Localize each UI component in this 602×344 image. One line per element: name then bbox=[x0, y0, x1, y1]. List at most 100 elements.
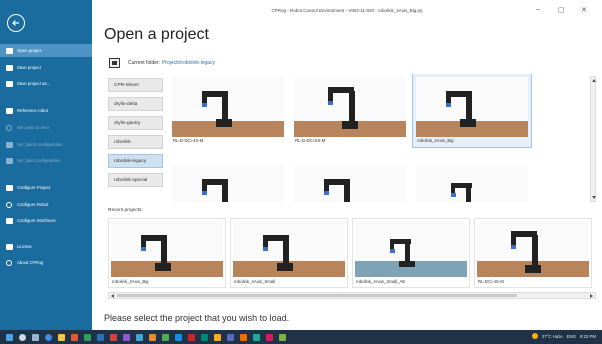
recent-project-card[interactable]: robolink_4Axis_Big bbox=[108, 218, 226, 288]
project-card[interactable]: RL-D-DCi-5S-M bbox=[291, 74, 409, 147]
gripper-icon bbox=[324, 191, 329, 195]
app-icon[interactable] bbox=[71, 333, 78, 341]
project-thumbnail bbox=[416, 165, 528, 202]
gripper-icon bbox=[390, 249, 395, 253]
project-thumbnail bbox=[172, 165, 284, 202]
sidebar-item-set-jjoints-configuration[interactable]: Set Jjoints configuration bbox=[0, 138, 92, 151]
gripper-icon bbox=[511, 245, 516, 249]
robot-arm-segment bbox=[206, 91, 228, 97]
current-folder-path[interactable]: Projects\robolink-legacy bbox=[162, 60, 215, 66]
sidebar-item-license[interactable]: License bbox=[0, 240, 92, 253]
sidebar-item-set-joints-to-zero[interactable]: Set joints to zero bbox=[0, 121, 92, 134]
close-button[interactable]: ✕ bbox=[581, 6, 587, 14]
sidebar-item-reference-robot[interactable]: Reference robot bbox=[0, 104, 92, 117]
robot-arm-segment bbox=[525, 265, 541, 273]
app-icon[interactable] bbox=[266, 333, 273, 341]
minimize-button[interactable]: – bbox=[536, 6, 540, 13]
start-icon[interactable] bbox=[6, 333, 13, 341]
project-thumbnail bbox=[477, 221, 589, 277]
sidebar-item-set-jjoint-configuration[interactable]: Set Jjoint configuration bbox=[0, 154, 92, 167]
project-card[interactable] bbox=[169, 162, 287, 202]
current-folder-label: Current folder: bbox=[128, 60, 160, 66]
horizontal-scrollbar[interactable] bbox=[108, 292, 596, 299]
gripper-icon bbox=[328, 101, 333, 105]
app-icon[interactable] bbox=[110, 333, 117, 341]
scroll-left-icon[interactable] bbox=[111, 294, 114, 298]
joint-config-icon bbox=[5, 157, 13, 164]
reference-icon bbox=[5, 107, 13, 114]
category-drylin-gantry[interactable]: drylin-gantry bbox=[108, 116, 163, 130]
project-card[interactable]: RL-D-DCi-4S-M bbox=[169, 74, 287, 147]
license-icon bbox=[5, 243, 13, 250]
category-list: CPR-Mover drylin-delta drylin-gantry roboli… bbox=[108, 78, 163, 192]
vertical-scrollbar[interactable] bbox=[590, 76, 596, 202]
app-icon[interactable] bbox=[188, 333, 195, 341]
robot-arm-segment bbox=[342, 121, 358, 129]
weather-text[interactable]: 27°C Haze bbox=[542, 334, 563, 339]
sidebar-item-about-cprog[interactable]: About CPRog bbox=[0, 256, 92, 269]
robot-arm-segment bbox=[324, 179, 329, 191]
scroll-right-icon[interactable] bbox=[590, 294, 593, 298]
app-icon[interactable] bbox=[136, 333, 143, 341]
app-icon[interactable] bbox=[214, 333, 221, 341]
category-robolink-special[interactable]: robolink-special bbox=[108, 173, 163, 187]
task-view-icon[interactable] bbox=[32, 333, 39, 341]
app-icon[interactable] bbox=[279, 333, 286, 341]
explorer-icon[interactable] bbox=[58, 333, 65, 341]
robot-arm-segment bbox=[332, 87, 354, 93]
app-icon[interactable] bbox=[175, 333, 182, 341]
sidebar-item-label: About CPRog bbox=[17, 260, 44, 265]
category-robolink-legacy[interactable]: robolink-legacy bbox=[108, 154, 163, 168]
sidebar-item-label: License bbox=[17, 244, 32, 249]
sidebar: Open project Save project Save project as.… bbox=[0, 0, 92, 330]
recent-project-name: RL-DCi-4S-M bbox=[478, 279, 504, 284]
maximize-button[interactable]: ▢ bbox=[558, 6, 565, 14]
sidebar-item-save-project-as[interactable]: Save project as... bbox=[0, 77, 92, 90]
recent-project-card[interactable]: robolink_4Axis_Small bbox=[230, 218, 348, 288]
back-button[interactable] bbox=[7, 14, 25, 32]
taskbar: 27°C Haze ENG 9:23 PM bbox=[0, 330, 602, 344]
project-thumbnail bbox=[111, 221, 223, 277]
sidebar-item-configure-robot[interactable]: Configure Robot bbox=[0, 198, 92, 211]
app-window: Open project Save project Save project as.… bbox=[0, 0, 602, 344]
system-tray: 27°C Haze ENG 9:23 PM bbox=[531, 333, 596, 339]
sidebar-item-save-project[interactable]: Save project bbox=[0, 61, 92, 74]
category-drylin-delta[interactable]: drylin-delta bbox=[108, 97, 163, 111]
project-thumbnail bbox=[294, 77, 406, 137]
app-icon[interactable] bbox=[162, 333, 169, 341]
project-card[interactable] bbox=[291, 162, 409, 202]
project-card[interactable] bbox=[413, 162, 531, 202]
sidebar-item-configure-interfaces[interactable]: Configure Interfaces bbox=[0, 214, 92, 227]
robot-arm-segment bbox=[277, 263, 293, 271]
sidebar-item-configure-project[interactable]: Configure Project bbox=[0, 181, 92, 194]
app-icon[interactable] bbox=[84, 333, 91, 341]
sidebar-item-open-project[interactable]: Open project bbox=[0, 44, 92, 57]
app-icon[interactable] bbox=[201, 333, 208, 341]
search-icon[interactable] bbox=[19, 333, 26, 341]
edge-icon[interactable] bbox=[45, 333, 52, 341]
app-icon[interactable] bbox=[240, 333, 247, 341]
scroll-up-icon[interactable] bbox=[592, 79, 596, 82]
project-card[interactable]: robolink_4Axis_Big bbox=[412, 74, 532, 148]
app-icon[interactable] bbox=[123, 333, 130, 341]
app-icon[interactable] bbox=[149, 333, 156, 341]
app-icon[interactable] bbox=[97, 333, 104, 341]
recent-project-card[interactable]: robolink_4Axis_Small_AE bbox=[352, 218, 470, 288]
robot-arm-segment bbox=[515, 231, 537, 237]
folder-up-button[interactable] bbox=[109, 58, 120, 68]
category-cpr-mover[interactable]: CPR-Mover bbox=[108, 78, 163, 92]
status-hint: Please select the project that you wish … bbox=[104, 313, 290, 323]
app-icon[interactable] bbox=[253, 333, 260, 341]
app-icon[interactable] bbox=[227, 333, 234, 341]
robot-arm-segment bbox=[141, 235, 146, 247]
joints-config-icon bbox=[5, 141, 13, 148]
robot-arm-segment bbox=[328, 179, 350, 185]
gripper-icon bbox=[202, 191, 207, 195]
robot-arm-segment bbox=[202, 91, 207, 103]
language-indicator[interactable]: ENG bbox=[567, 334, 576, 339]
category-robolink[interactable]: robolink bbox=[108, 135, 163, 149]
recent-project-card[interactable]: RL-DCi-4S-M bbox=[474, 218, 592, 288]
scroll-thumb[interactable] bbox=[117, 294, 517, 297]
clock[interactable]: 9:23 PM bbox=[580, 334, 596, 339]
scroll-down-icon[interactable] bbox=[592, 196, 596, 199]
